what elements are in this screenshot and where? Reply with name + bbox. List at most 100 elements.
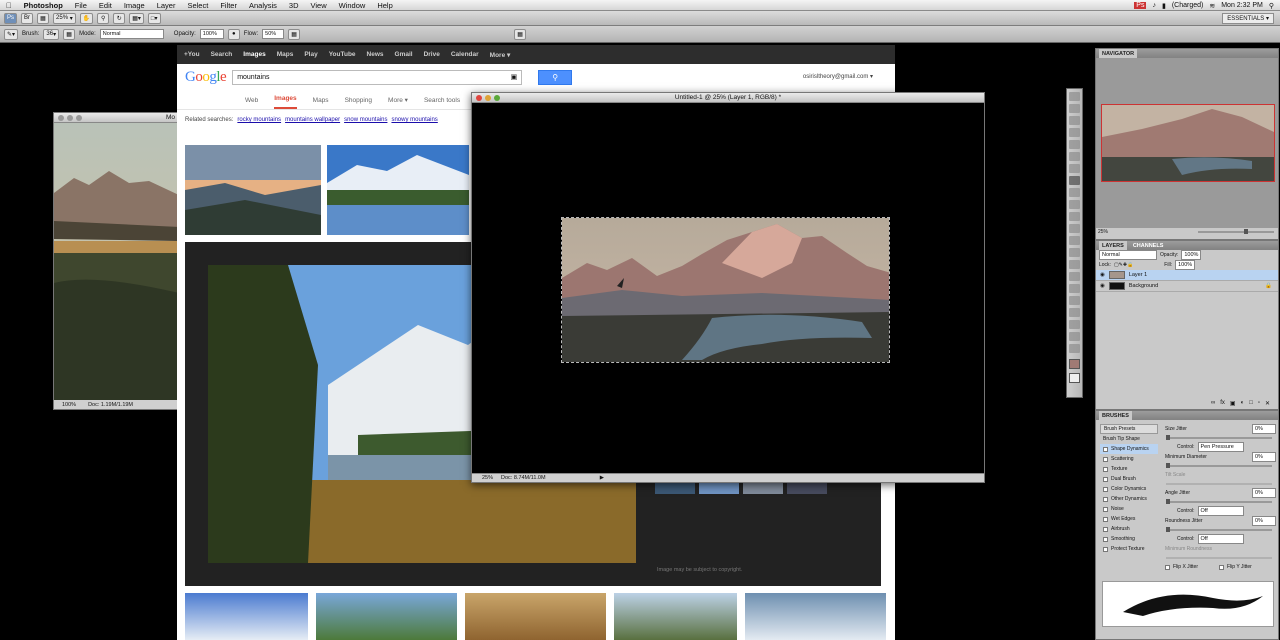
checkbox[interactable]: [1165, 564, 1170, 570]
zoom-icon[interactable]: [494, 95, 500, 101]
menu-view[interactable]: View: [305, 1, 333, 10]
layer-row[interactable]: ◉ Background 🔒: [1096, 281, 1278, 292]
gbar-maps[interactable]: Maps: [277, 51, 294, 58]
document-zoom[interactable]: 25%: [482, 475, 493, 481]
pen-tool-icon[interactable]: [1069, 260, 1080, 269]
spotlight-icon[interactable]: ⚲: [1269, 2, 1274, 10]
shape-dynamics-item[interactable]: Shape Dynamics: [1100, 444, 1158, 454]
minimize-icon[interactable]: [67, 115, 73, 121]
result-thumbnail[interactable]: [614, 593, 737, 640]
minimize-icon[interactable]: [485, 95, 491, 101]
wet-edges-item[interactable]: Wet Edges: [1100, 514, 1158, 524]
brush-tool-icon[interactable]: [1069, 176, 1080, 185]
tab-more[interactable]: More ▾: [388, 96, 408, 109]
3d-rotate-tool-icon[interactable]: [1069, 308, 1080, 317]
checkbox[interactable]: [1103, 536, 1108, 542]
checkbox[interactable]: [1219, 564, 1225, 570]
menu-select[interactable]: Select: [181, 1, 214, 10]
layer-mask-icon[interactable]: ▣: [1230, 400, 1236, 407]
layer-style-icon[interactable]: fx: [1220, 400, 1225, 407]
layers-opacity-field[interactable]: 100%: [1181, 250, 1202, 260]
dual-brush-item[interactable]: Dual Brush: [1100, 474, 1158, 484]
size-jitter-field[interactable]: 0%: [1252, 424, 1276, 434]
tab-shopping[interactable]: Shopping: [345, 97, 372, 109]
3d-orbit-tool-icon[interactable]: [1069, 320, 1080, 329]
related-link[interactable]: rocky mountains: [237, 117, 281, 123]
channels-tab[interactable]: CHANNELS: [1133, 243, 1164, 249]
status-menu-icon[interactable]: ▶: [600, 475, 604, 481]
size-jitter-slider[interactable]: [1166, 435, 1272, 440]
tab-maps[interactable]: Maps: [313, 97, 329, 109]
opacity-field[interactable]: 100%: [199, 29, 224, 39]
related-link[interactable]: snowy mountains: [391, 117, 437, 123]
foreground-color-swatch[interactable]: [1069, 359, 1080, 369]
layer-row[interactable]: ◉ Layer 1: [1096, 270, 1278, 281]
account-email[interactable]: osirisltheory@gmail.com ▾: [803, 73, 873, 80]
workspace-switcher[interactable]: ESSENTIALS ▾: [1222, 13, 1274, 24]
roundness-jitter-slider[interactable]: [1166, 527, 1272, 532]
adobe-icon[interactable]: Ps: [1134, 2, 1147, 9]
move-tool-icon[interactable]: [1069, 92, 1080, 101]
navigator-zoom[interactable]: 25%: [1098, 229, 1108, 235]
menu-image[interactable]: Image: [118, 1, 151, 10]
gbar-images[interactable]: Images: [243, 51, 265, 58]
tab-search-tools[interactable]: Search tools: [424, 97, 460, 109]
min-diameter-slider[interactable]: [1166, 463, 1272, 468]
crop-tool-icon[interactable]: [1069, 140, 1080, 149]
tablet-pressure-icon[interactable]: ▦: [514, 28, 527, 40]
hand-tool-icon[interactable]: ✋: [79, 12, 94, 24]
menu-file[interactable]: File: [69, 1, 93, 10]
clone-stamp-tool-icon[interactable]: [1069, 188, 1080, 197]
bridge-icon[interactable]: Br: [21, 12, 34, 24]
checkbox[interactable]: [1103, 446, 1108, 452]
shape-tool-icon[interactable]: [1069, 296, 1080, 305]
result-thumbnail[interactable]: [745, 593, 886, 640]
reference-window-titlebar[interactable]: Mo: [54, 113, 177, 123]
healing-tool-icon[interactable]: [1069, 164, 1080, 173]
menu-filter[interactable]: Filter: [214, 1, 243, 10]
scattering-item[interactable]: Scattering: [1100, 454, 1158, 464]
canvas[interactable]: [561, 217, 890, 363]
zoom-level-select[interactable]: 25% ▾: [53, 12, 76, 24]
search-button[interactable]: ⚲: [538, 69, 573, 85]
zoom-tool-icon[interactable]: ⚲: [97, 12, 110, 24]
quick-select-tool-icon[interactable]: [1069, 128, 1080, 137]
mode-select[interactable]: Normal: [99, 29, 164, 39]
checkbox[interactable]: [1103, 516, 1108, 522]
related-link[interactable]: mountains wallpaper: [285, 117, 340, 123]
gbar-drive[interactable]: Drive: [424, 51, 440, 58]
menu-3d[interactable]: 3D: [283, 1, 305, 10]
gbar-youtube[interactable]: YouTube: [329, 51, 356, 58]
new-layer-icon[interactable]: ▫: [1258, 400, 1260, 407]
checkbox[interactable]: [1103, 476, 1108, 482]
brush-tip-shape-item[interactable]: Brush Tip Shape: [1100, 434, 1158, 444]
marquee-tool-icon[interactable]: [1069, 104, 1080, 113]
wifi-icon[interactable]: ≋: [1209, 2, 1215, 10]
gbar-you[interactable]: +You: [184, 51, 200, 58]
arrange-documents-icon[interactable]: ▦▾: [129, 12, 144, 24]
menu-edit[interactable]: Edit: [93, 1, 118, 10]
dodge-tool-icon[interactable]: [1069, 248, 1080, 257]
blend-mode-select[interactable]: Normal: [1099, 250, 1157, 260]
adjustment-layer-icon[interactable]: ◐: [1241, 400, 1245, 407]
angle-jitter-slider[interactable]: [1166, 499, 1272, 504]
brush-presets-button[interactable]: Brush Presets: [1100, 424, 1158, 434]
gradient-tool-icon[interactable]: [1069, 224, 1080, 233]
texture-item[interactable]: Texture: [1100, 464, 1158, 474]
menu-layer[interactable]: Layer: [151, 1, 182, 10]
checkbox[interactable]: [1103, 546, 1108, 552]
min-diameter-field[interactable]: 0%: [1252, 452, 1276, 462]
checkbox[interactable]: [1103, 486, 1108, 492]
menu-window[interactable]: Window: [333, 1, 372, 10]
zoom-icon[interactable]: [76, 115, 82, 121]
camera-icon[interactable]: ▣: [511, 73, 518, 81]
new-group-icon[interactable]: □: [1249, 400, 1253, 407]
screen-mode-icon[interactable]: □▾: [147, 12, 161, 24]
gbar-search[interactable]: Search: [211, 51, 233, 58]
tab-images[interactable]: Images: [274, 95, 297, 109]
protect-texture-item[interactable]: Protect Texture: [1100, 544, 1158, 554]
airbrush-item[interactable]: Airbrush: [1100, 524, 1158, 534]
flow-field[interactable]: 50%: [262, 29, 285, 39]
layers-tab[interactable]: LAYERS: [1099, 241, 1127, 250]
noise-item[interactable]: Noise: [1100, 504, 1158, 514]
